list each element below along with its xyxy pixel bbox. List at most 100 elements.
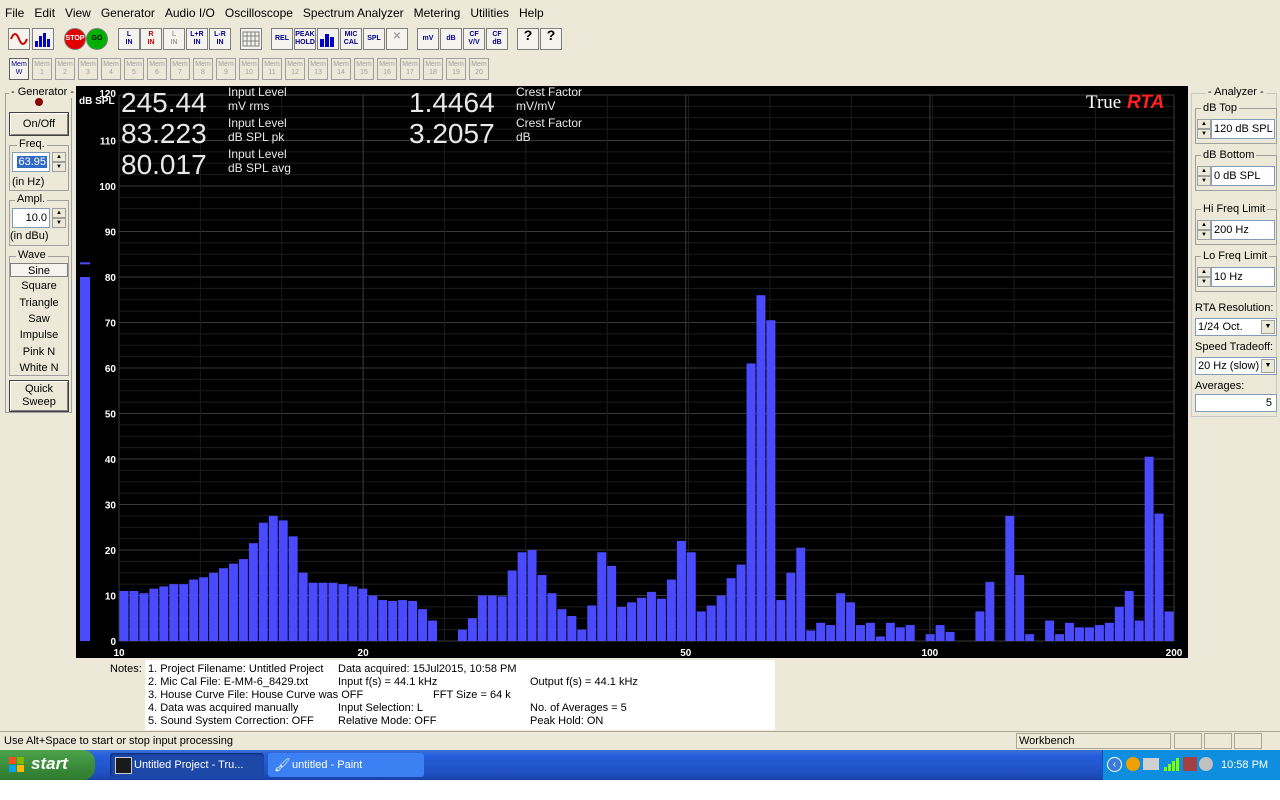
r-in-button[interactable]: R IN: [140, 28, 162, 50]
db-bottom-up-button[interactable]: ▲: [1197, 166, 1211, 176]
spectrum-bar: [856, 625, 865, 641]
mem-18-button[interactable]: Mem 18: [423, 58, 443, 80]
network-icon[interactable]: [1143, 758, 1159, 770]
show-hidden-icons-icon[interactable]: ‹: [1107, 757, 1122, 772]
rel-button[interactable]: REL: [271, 28, 293, 50]
mem-20-button[interactable]: Mem 20: [469, 58, 489, 80]
mem-2-button[interactable]: Mem 2: [55, 58, 75, 80]
db-button[interactable]: dB: [440, 28, 462, 50]
go-button[interactable]: GO: [86, 28, 108, 50]
mem-12-button[interactable]: Mem 12: [285, 58, 305, 80]
hi-freq-up-button[interactable]: ▲: [1197, 220, 1211, 230]
db-top-down-button[interactable]: ▼: [1197, 129, 1211, 139]
mem-13-button[interactable]: Mem 13: [308, 58, 328, 80]
mem-3-button[interactable]: Mem 3: [78, 58, 98, 80]
tray-app-icon[interactable]: [1126, 757, 1140, 771]
mem-19-button[interactable]: Mem 19: [446, 58, 466, 80]
db-top-up-button[interactable]: ▲: [1197, 119, 1211, 129]
l-minus-r-in-button[interactable]: L-R IN: [209, 28, 231, 50]
lo-freq-input[interactable]: 10 Hz: [1211, 267, 1275, 287]
close-icon[interactable]: ✕: [386, 28, 408, 50]
mem-8-button[interactable]: Mem 8: [193, 58, 213, 80]
mem-9-button[interactable]: Mem 9: [216, 58, 236, 80]
menu-item-audio-i-o[interactable]: Audio I/O: [160, 0, 220, 26]
mem-1-button[interactable]: Mem 1: [32, 58, 52, 80]
hi-freq-down-button[interactable]: ▼: [1197, 230, 1211, 240]
start-button[interactable]: start: [0, 750, 95, 780]
freq-up-button[interactable]: ▲: [52, 152, 66, 162]
mem-10-button[interactable]: Mem 10: [239, 58, 259, 80]
cf-db-button[interactable]: CF dB: [486, 28, 508, 50]
mem-w-button[interactable]: Mem W: [9, 58, 29, 80]
menu-item-edit[interactable]: Edit: [29, 0, 60, 26]
generator-on-off-button[interactable]: On/Off: [9, 112, 69, 136]
oscilloscope-mode-button[interactable]: [8, 28, 30, 50]
lo-freq-down-button[interactable]: ▼: [1197, 277, 1211, 287]
spl-button[interactable]: SPL: [363, 28, 385, 50]
safely-remove-icon[interactable]: [1183, 757, 1197, 771]
menu-item-view[interactable]: View: [60, 0, 96, 26]
menu-item-help[interactable]: Help: [514, 0, 549, 26]
taskbar-item-paint[interactable]: 🖌 untitled - Paint: [268, 753, 424, 777]
y-tick-label: 60: [105, 364, 117, 375]
mv-button[interactable]: mV: [417, 28, 439, 50]
quick-sweep-button[interactable]: Quick Sweep: [9, 380, 69, 412]
ampl-input[interactable]: 10.0: [12, 208, 50, 228]
hi-freq-input[interactable]: 200 Hz: [1211, 220, 1275, 240]
menu-item-file[interactable]: File: [0, 0, 29, 26]
spectrum-bar: [706, 605, 716, 641]
wave-option-sine[interactable]: Sine: [10, 263, 68, 277]
menu-item-generator[interactable]: Generator: [96, 0, 160, 26]
peak-hold-button[interactable]: PEAK HOLD: [294, 28, 316, 50]
menu-item-spectrum-analyzer[interactable]: Spectrum Analyzer: [298, 0, 409, 26]
bar-display-button[interactable]: [317, 28, 339, 50]
context-help-button[interactable]: ?: [540, 28, 562, 50]
help-button[interactable]: ?: [517, 28, 539, 50]
mic-cal-button[interactable]: MIC CAL: [340, 28, 362, 50]
mem-7-button[interactable]: Mem 7: [170, 58, 190, 80]
freq-input[interactable]: 63.95: [12, 152, 50, 172]
spectrum-mode-button[interactable]: [32, 28, 54, 50]
speed-tradeoff-select[interactable]: 20 Hz (slow) ▼: [1195, 357, 1277, 375]
wave-option-pink-n[interactable]: Pink N: [10, 345, 68, 359]
wave-option-impulse[interactable]: Impulse: [10, 328, 68, 342]
signal-strength-icon[interactable]: [1163, 756, 1179, 775]
mem-5-button[interactable]: Mem 5: [124, 58, 144, 80]
wave-option-saw[interactable]: Saw: [10, 312, 68, 326]
wave-option-triangle[interactable]: Triangle: [10, 296, 68, 310]
freq-value: 63.95: [17, 156, 47, 168]
menu-item-oscilloscope[interactable]: Oscilloscope: [220, 0, 298, 26]
wave-option-square[interactable]: Square: [10, 279, 68, 293]
db-bottom-input[interactable]: 0 dB SPL: [1211, 166, 1275, 186]
status-pane-1: [1174, 733, 1202, 749]
mem-4-button[interactable]: Mem 4: [101, 58, 121, 80]
mem-17-button[interactable]: Mem 17: [400, 58, 420, 80]
lo-freq-up-button[interactable]: ▲: [1197, 267, 1211, 277]
mem-11-button[interactable]: Mem 11: [262, 58, 282, 80]
stop-button[interactable]: STOP: [64, 28, 86, 50]
ampl-up-button[interactable]: ▲: [52, 208, 66, 218]
l-in-button[interactable]: L IN: [118, 28, 140, 50]
l-plus-r-in-button[interactable]: L+R IN: [186, 28, 208, 50]
ampl-down-button[interactable]: ▼: [52, 218, 66, 228]
mem-14-button[interactable]: Mem 14: [331, 58, 351, 80]
wave-option-white-n[interactable]: White N: [10, 361, 68, 375]
cf-vv-button[interactable]: CF V/V: [463, 28, 485, 50]
db-top-input[interactable]: 120 dB SPL: [1211, 119, 1275, 139]
grid-button[interactable]: [240, 28, 262, 50]
volume-icon[interactable]: [1199, 757, 1213, 771]
ampl-unit: (in dBu): [10, 230, 49, 242]
l-in-disabled-button[interactable]: L IN: [163, 28, 185, 50]
averages-input[interactable]: 5: [1195, 394, 1277, 412]
menu-item-utilities[interactable]: Utilities: [465, 0, 514, 26]
taskbar-item-truerta[interactable]: Untitled Project - Tru...: [110, 753, 264, 777]
rta-resolution-select[interactable]: 1/24 Oct. ▼: [1195, 318, 1277, 336]
mem-6-button[interactable]: Mem 6: [147, 58, 167, 80]
mem-16-button[interactable]: Mem 16: [377, 58, 397, 80]
menu-item-metering[interactable]: Metering: [409, 0, 466, 26]
spectrum-bar: [268, 515, 278, 641]
db-bottom-down-button[interactable]: ▼: [1197, 176, 1211, 186]
mem-15-button[interactable]: Mem 15: [354, 58, 374, 80]
freq-down-button[interactable]: ▼: [52, 162, 66, 172]
spectrum-bar: [1124, 590, 1134, 641]
